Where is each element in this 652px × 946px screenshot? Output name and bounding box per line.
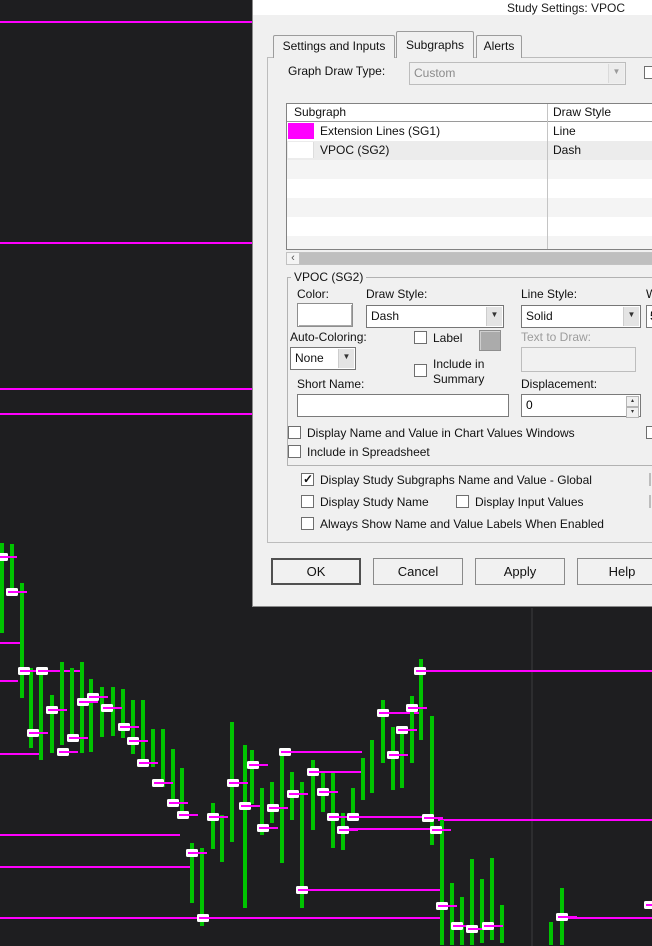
- chevron-down-icon: ▼: [623, 307, 639, 326]
- include-in-spreadsheet-row: Include in Spreadsheet: [288, 445, 430, 459]
- clipped-checkbox[interactable]: [644, 66, 652, 79]
- help-button[interactable]: Help: [577, 558, 652, 585]
- graph-draw-type-select[interactable]: Custom ▼: [409, 62, 626, 85]
- column-draw-style: Draw Style: [553, 105, 612, 119]
- text-to-draw-field[interactable]: [521, 347, 636, 372]
- displacement-label: Displacement:: [521, 377, 598, 391]
- chevron-down-icon: ▼: [608, 64, 624, 83]
- color-swatch: [288, 142, 314, 158]
- label-color-button[interactable]: [479, 330, 501, 351]
- clipped-control: [649, 473, 651, 486]
- short-name-label: Short Name:: [297, 377, 365, 391]
- display-subgraphs-global-checkbox[interactable]: [301, 472, 314, 486]
- study-settings-dialog: Study Settings: VPOC Settings and Inputs…: [252, 0, 652, 607]
- auto-coloring-label: Auto-Coloring:: [290, 330, 367, 344]
- line-style-select[interactable]: Solid ▼: [521, 305, 641, 328]
- empty-row: [287, 160, 652, 179]
- column-divider: [547, 104, 548, 249]
- empty-row: [287, 236, 652, 249]
- display-input-values-row: Display Input Values: [456, 495, 584, 509]
- subgraph-table-header: Subgraph Draw Style: [287, 104, 652, 122]
- width-label: W: [646, 287, 652, 301]
- text-to-draw-label: Text to Draw:: [521, 330, 592, 344]
- tab-settings-and-inputs[interactable]: Settings and Inputs: [273, 35, 395, 58]
- always-show-labels-row: Always Show Name and Value Labels When E…: [301, 517, 604, 531]
- clipped-control: [649, 495, 651, 508]
- clipped-checkbox[interactable]: [646, 426, 652, 439]
- graph-draw-type-label: Graph Draw Type:: [288, 64, 386, 78]
- display-input-values-checkbox[interactable]: [456, 495, 469, 508]
- label-checkbox-row: Label: [414, 331, 462, 345]
- cancel-button[interactable]: Cancel: [373, 558, 463, 585]
- displacement-field[interactable]: 0 ▴ ▾: [521, 394, 641, 418]
- display-study-name-checkbox[interactable]: [301, 495, 314, 508]
- chevron-down-icon: ▼: [486, 307, 502, 326]
- dialog-titlebar[interactable]: Study Settings: VPOC: [253, 0, 652, 15]
- table-row-extension-lines[interactable]: Extension Lines (SG1) Line: [287, 122, 652, 141]
- spin-up-icon[interactable]: ▴: [626, 396, 639, 407]
- label-checkbox[interactable]: [414, 331, 427, 344]
- include-in-summary-checkbox[interactable]: [414, 364, 427, 377]
- subgraph-color-button[interactable]: [297, 303, 353, 327]
- width-field[interactable]: 5: [646, 305, 652, 328]
- display-name-chart-values-row: Display Name and Value in Chart Values W…: [288, 426, 575, 440]
- color-label: Color:: [297, 287, 330, 301]
- app-window: Study Settings: VPOC Settings and Inputs…: [0, 0, 652, 946]
- short-name-field[interactable]: [297, 394, 509, 417]
- empty-row: [287, 198, 652, 217]
- display-name-chart-values-checkbox[interactable]: [288, 426, 301, 439]
- auto-coloring-select[interactable]: None ▼: [290, 347, 356, 370]
- table-horizontal-scrollbar[interactable]: ‹: [286, 252, 652, 265]
- apply-button[interactable]: Apply: [475, 558, 565, 585]
- displacement-spinner[interactable]: ▴ ▾: [626, 396, 639, 418]
- include-in-spreadsheet-checkbox[interactable]: [288, 445, 301, 458]
- line-style-label: Line Style:: [521, 287, 578, 301]
- draw-style-select[interactable]: Dash ▼: [366, 305, 504, 328]
- tab-alerts[interactable]: Alerts: [476, 35, 522, 58]
- color-swatch: [288, 123, 314, 139]
- subgraph-table[interactable]: Subgraph Draw Style Extension Lines (SG1…: [286, 103, 652, 250]
- column-subgraph: Subgraph: [294, 105, 347, 119]
- vpoc-group-title: VPOC (SG2): [291, 270, 367, 284]
- include-in-summary-row: Include in Summary: [414, 357, 495, 394]
- ok-button[interactable]: OK: [271, 558, 361, 585]
- display-study-name-row: Display Study Name: [301, 495, 429, 509]
- display-subgraphs-global-row: Display Study Subgraphs Name and Value -…: [301, 472, 592, 487]
- dialog-title: Study Settings: VPOC: [507, 1, 626, 15]
- table-row-vpoc[interactable]: VPOC (SG2) Dash: [287, 141, 652, 160]
- spin-down-icon[interactable]: ▾: [626, 407, 639, 418]
- always-show-labels-checkbox[interactable]: [301, 517, 314, 530]
- chevron-down-icon: ▼: [338, 349, 354, 368]
- draw-style-label: Draw Style:: [366, 287, 428, 301]
- scroll-left-icon[interactable]: ‹: [287, 253, 300, 264]
- tab-subgraphs[interactable]: Subgraphs: [396, 31, 474, 58]
- scrollbar-thumb[interactable]: [300, 253, 652, 264]
